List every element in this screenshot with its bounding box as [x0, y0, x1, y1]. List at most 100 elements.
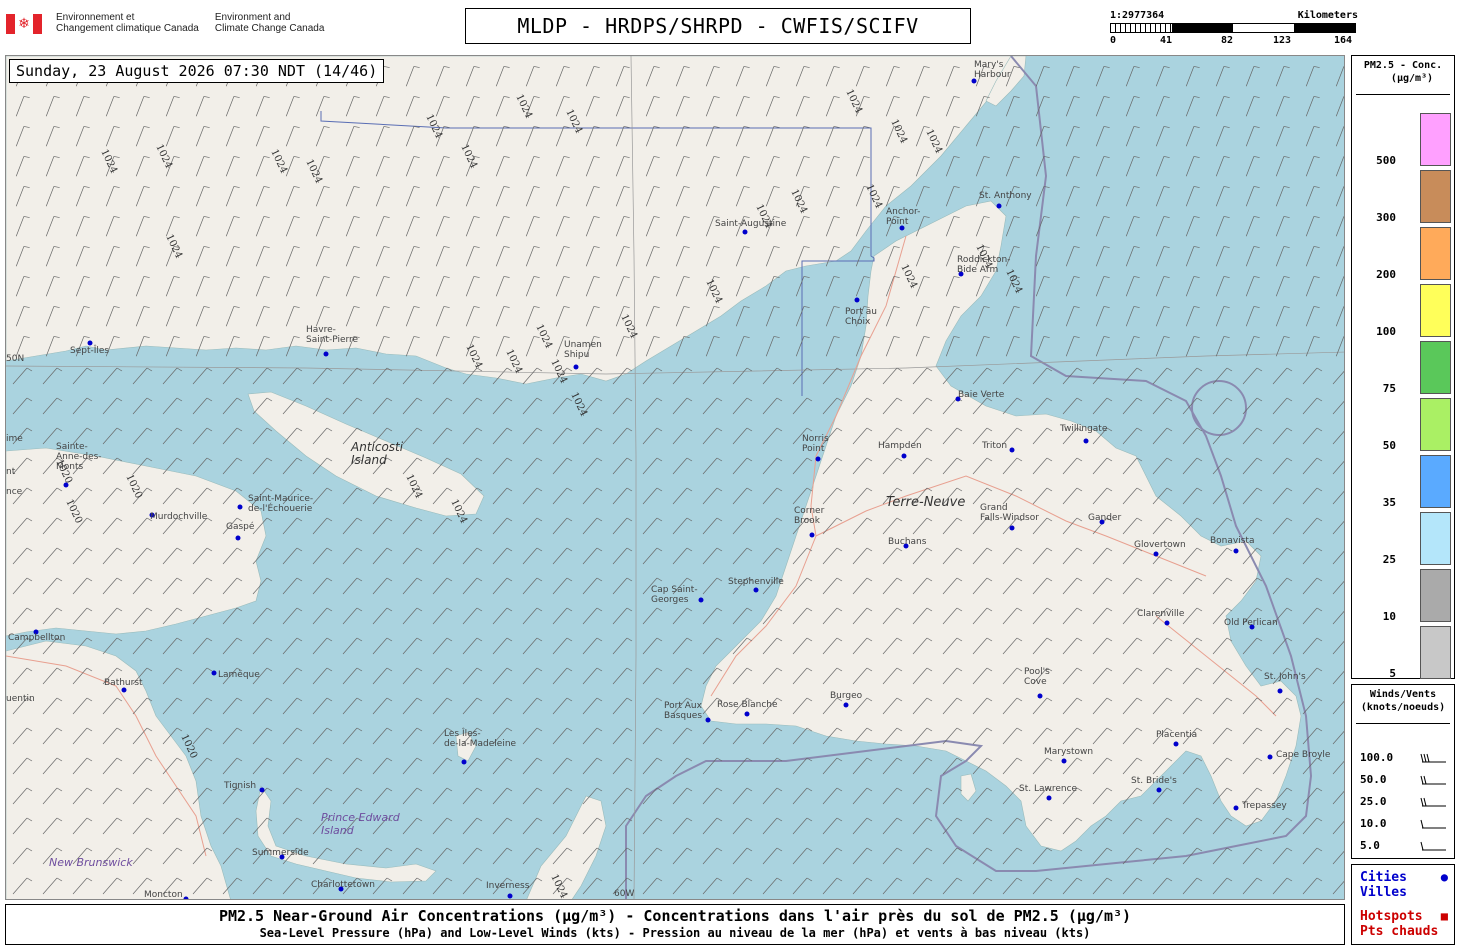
pm25-color-swatch [1420, 170, 1451, 223]
wind-legend-row: 100.0 [1360, 751, 1450, 765]
pm25-level-label: 500 [1376, 154, 1396, 167]
city-label: Sept-Îles [70, 344, 109, 356]
city-marker: Moncton [144, 890, 189, 900]
city-dot-icon [1267, 754, 1273, 760]
city-label: Cap Saint- [651, 585, 698, 595]
city-dot-icon [753, 587, 759, 593]
city-label: St. Bride's [1131, 776, 1177, 786]
city-dot-icon [1233, 805, 1239, 811]
pm25-level-label: 300 [1376, 211, 1396, 224]
region-label: Island [351, 453, 387, 467]
region-label: Island [321, 824, 355, 837]
city-dot-icon: ● [1440, 870, 1448, 884]
wind-legend-row: 5.0 [1360, 839, 1450, 853]
city-label: Twillingate [1059, 424, 1108, 434]
city-dot-icon [1156, 787, 1162, 793]
edge-label: ime [6, 434, 23, 444]
map-canvas[interactable]: 1024 1024 1024 1024 1024 1024 1024 1024 1024 1024… [5, 55, 1345, 900]
region-label: Anticosti [350, 440, 404, 454]
city-label: Shipu [564, 350, 589, 360]
pm25-color-swatch [1420, 455, 1451, 508]
city-dot-icon [1173, 741, 1179, 747]
city-label: Saint-Pierre [306, 335, 359, 345]
city-label: Grand [980, 503, 1008, 513]
scale-tick: 0 [1110, 35, 1117, 46]
city-dot-icon [1009, 525, 1015, 531]
city-label: Gaspé [226, 521, 255, 532]
city-label: Sainte- [56, 442, 88, 452]
edge-label: nt [6, 467, 16, 477]
wind-barb-icon [1420, 819, 1446, 829]
city-dot-icon [1037, 693, 1043, 699]
wind-barb-icon [1420, 841, 1446, 851]
caption-line-1: PM2.5 Near-Ground Air Concentrations (µg… [218, 907, 1132, 925]
city-label: Marystown [1044, 747, 1093, 757]
eccc-logo: ❄ Environnement et Changement climatique … [6, 12, 324, 34]
city-marker: Gander [1088, 513, 1121, 525]
city-dot-icon [1046, 795, 1052, 801]
city-dot-icon [1083, 438, 1089, 444]
pm25-color-swatch [1420, 227, 1451, 280]
wind-speed-label: 100.0 [1360, 751, 1394, 764]
city-label: de-l'Échouerie [248, 502, 313, 514]
region-label: Prince Edward [321, 811, 401, 824]
city-label: Anne-des- [56, 452, 102, 462]
scale-tick: 123 [1273, 35, 1292, 46]
pm25-color-swatch [1420, 569, 1451, 622]
city-dot-icon [1233, 548, 1239, 554]
city-label: Port Aux [664, 701, 703, 711]
city-dot-icon [573, 364, 579, 370]
scale-tick: 164 [1334, 35, 1353, 46]
city-label: Triton [981, 441, 1007, 451]
wind-legend-row: 50.0 [1360, 773, 1450, 787]
city-marker: Summerside [252, 848, 309, 860]
city-label: Summerside [252, 848, 309, 858]
city-label: Buchans [888, 537, 927, 547]
wind-speed-label: 50.0 [1360, 773, 1387, 786]
city-dot-icon [211, 670, 217, 676]
city-dot-icon [1061, 758, 1067, 764]
city-marker: Old Perlican [1224, 618, 1278, 630]
caption-line-2: Sea-Level Pressure (hPa) and Low-Level W… [259, 926, 1091, 940]
edge-label: uentin [6, 694, 35, 704]
city-dot-icon [461, 759, 467, 765]
legend-hotspots: Hotspots Pts chauds ■ [1360, 909, 1448, 939]
city-dot-icon [1153, 551, 1159, 557]
city-marker: Charlottetown [311, 880, 375, 892]
pm25-level-label: 100 [1376, 325, 1396, 338]
city-label: Anchor- [886, 207, 920, 217]
city-marker: Trepassey [1233, 801, 1287, 811]
legend-cities: Cities Villes ● [1360, 870, 1448, 900]
city-dot-icon [705, 717, 711, 723]
city-label: Corner [794, 506, 825, 516]
city-marker: Baie Verte [955, 390, 1005, 402]
hotspot-square-icon: ■ [1440, 909, 1448, 923]
city-label: Bonavista [1210, 536, 1254, 546]
city-label: Moncton [144, 890, 183, 900]
scale-tick: 41 [1160, 35, 1173, 46]
city-label: Old Perlican [1224, 618, 1278, 628]
city-label: Stephenville [728, 577, 784, 587]
city-label: Basques [664, 711, 702, 721]
city-label: Point [802, 444, 825, 454]
city-dot-icon [323, 351, 329, 357]
canada-flag-icon: ❄ [6, 14, 42, 34]
city-dot-icon [1277, 688, 1283, 694]
pm25-color-swatch [1420, 398, 1451, 451]
city-label: Falls-Windsor [980, 513, 1039, 523]
city-label: St. Anthony [979, 191, 1032, 201]
pm25-level-label: 5 [1389, 667, 1396, 680]
wind-barb-icon [1420, 797, 1446, 807]
pm25-color-swatch [1420, 284, 1451, 337]
city-dot-icon [901, 453, 907, 459]
city-dot-icon [507, 893, 513, 899]
dept-name-fr: Environnement et Changement climatique Ca… [56, 12, 199, 34]
city-dot-icon [63, 482, 69, 488]
pm25-level-label: 25 [1382, 553, 1396, 566]
map-svg: 102410241024 1024 102410241024102410241024… [6, 56, 1344, 900]
city-dot-icon [809, 532, 815, 538]
city-label: Unamen [564, 340, 602, 350]
city-dot-icon [1009, 447, 1015, 453]
city-label: Monts [56, 462, 84, 472]
city-marker: Lamèque [211, 669, 260, 680]
